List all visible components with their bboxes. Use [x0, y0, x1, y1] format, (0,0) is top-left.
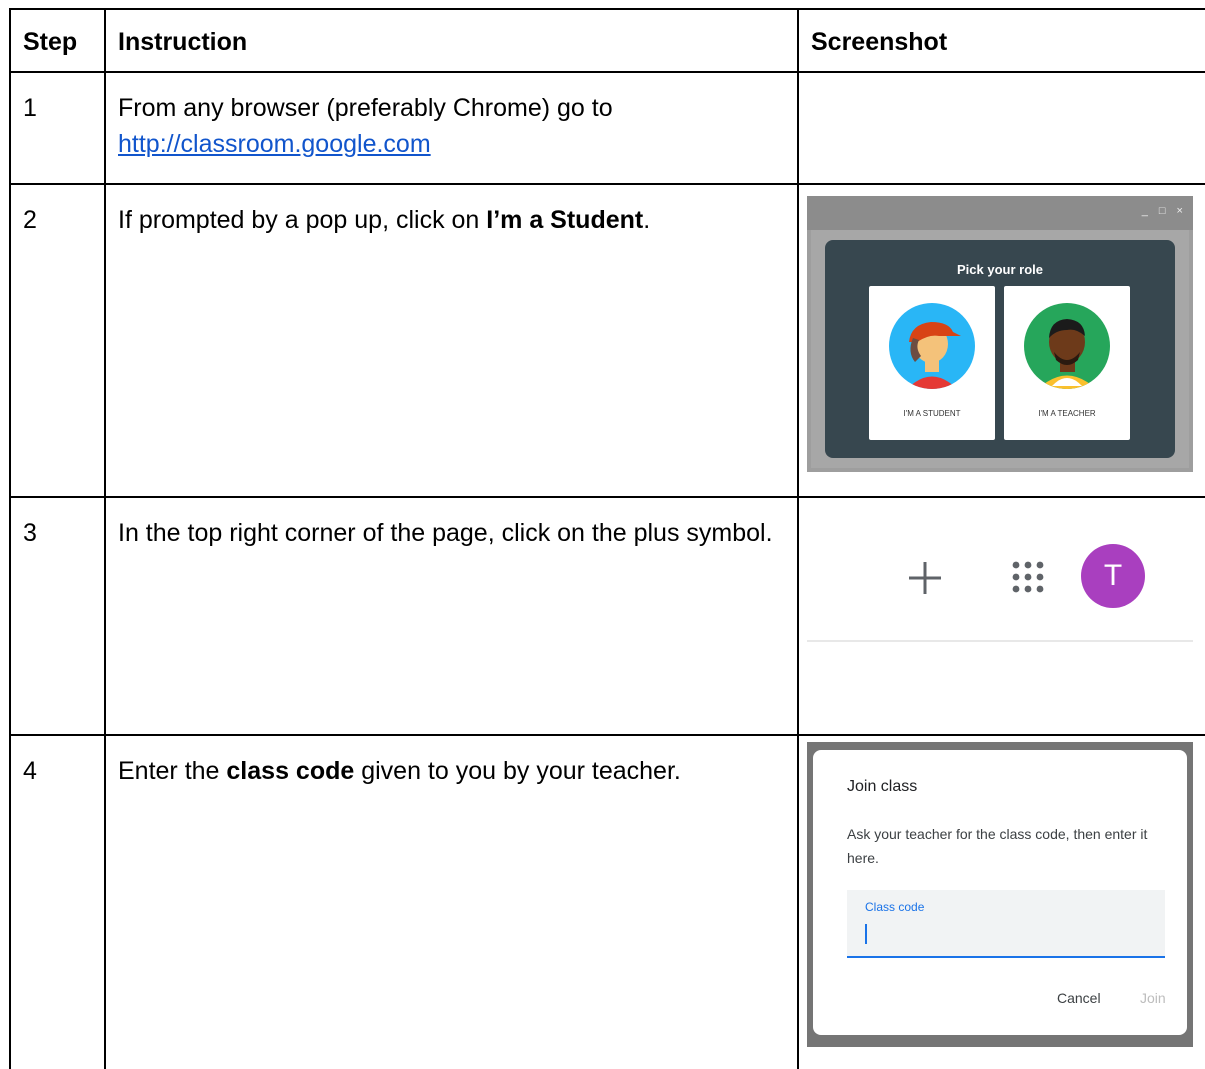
pick-role-title: Pick your role — [957, 262, 1043, 277]
step-number-4: 4 — [23, 757, 37, 785]
table-border-top — [9, 8, 1205, 10]
step-instruction-3: In the top right corner of the page, cli… — [118, 519, 773, 547]
join-class-screenshot: Join class Ask your teacher for the clas… — [807, 742, 1193, 1047]
step-4-text: Enter the — [118, 757, 227, 785]
step-2-bold: I’m a Student — [486, 206, 644, 234]
row-divider — [9, 71, 1205, 73]
pick-role-dialog: Pick your role I'M A STUDENT I'M A TEACH… — [825, 240, 1175, 458]
column-divider — [9, 8, 11, 1069]
step-1-text: From any browser (preferably Chrome) go … — [118, 94, 613, 122]
row-divider — [9, 734, 1205, 736]
window-body: Pick your role I'M A STUDENT I'M A TEACH… — [811, 230, 1189, 468]
column-divider — [797, 8, 799, 1069]
avatar[interactable]: T — [1081, 544, 1145, 608]
row-divider — [9, 496, 1205, 498]
row-divider — [9, 183, 1205, 185]
window-titlebar: _ □ × — [807, 196, 1193, 230]
student-avatar-icon — [889, 303, 975, 389]
apps-grid-icon[interactable] — [1011, 560, 1045, 594]
join-class-title: Join class — [847, 778, 918, 795]
join-button[interactable]: Join — [1140, 990, 1166, 1006]
step-4-bold: class code — [226, 757, 355, 785]
step-number-3: 3 — [23, 519, 37, 547]
step-number-2: 2 — [23, 206, 37, 234]
join-class-dialog: Join class Ask your teacher for the clas… — [813, 750, 1187, 1035]
classroom-link[interactable]: http://classroom.google.com — [118, 130, 431, 158]
header-step: Step — [23, 28, 78, 56]
step-2-text-after: . — [643, 206, 651, 234]
step-2-text: If prompted by a pop up, click on — [118, 206, 487, 234]
window-controls: _ □ × — [1141, 205, 1187, 217]
student-role-label: I'M A STUDENT — [903, 409, 961, 418]
teacher-role-label: I'M A TEACHER — [1038, 409, 1096, 418]
cancel-button[interactable]: Cancel — [1057, 990, 1101, 1006]
header-screenshot: Screenshot — [811, 28, 948, 56]
column-divider — [104, 8, 106, 1069]
step-instruction-2: If prompted by a pop up, click on I’m a … — [118, 202, 778, 238]
text-cursor — [865, 924, 867, 944]
teacher-avatar-icon — [1024, 303, 1110, 389]
teacher-role-card[interactable]: I'M A TEACHER — [1004, 286, 1130, 440]
student-role-card[interactable]: I'M A STUDENT — [869, 286, 995, 440]
class-code-input[interactable]: Class code — [847, 890, 1165, 958]
plus-icon[interactable] — [907, 560, 943, 596]
header-instruction: Instruction — [118, 28, 248, 56]
pick-role-screenshot: _ □ × Pick your role I'M A STUDENT I'M A… — [807, 196, 1193, 472]
step-number-1: 1 — [23, 94, 37, 122]
join-class-description: Ask your teacher for the class code, the… — [847, 826, 1148, 866]
step-4-text-after: given to you by your teacher. — [354, 757, 681, 785]
class-code-label: Class code — [865, 900, 925, 914]
toolbar-screenshot: T — [807, 512, 1193, 684]
toolbar-divider — [807, 640, 1193, 642]
step-instruction-1: From any browser (preferably Chrome) go … — [118, 90, 778, 162]
step-instruction-4: Enter the class code given to you by you… — [118, 753, 783, 789]
